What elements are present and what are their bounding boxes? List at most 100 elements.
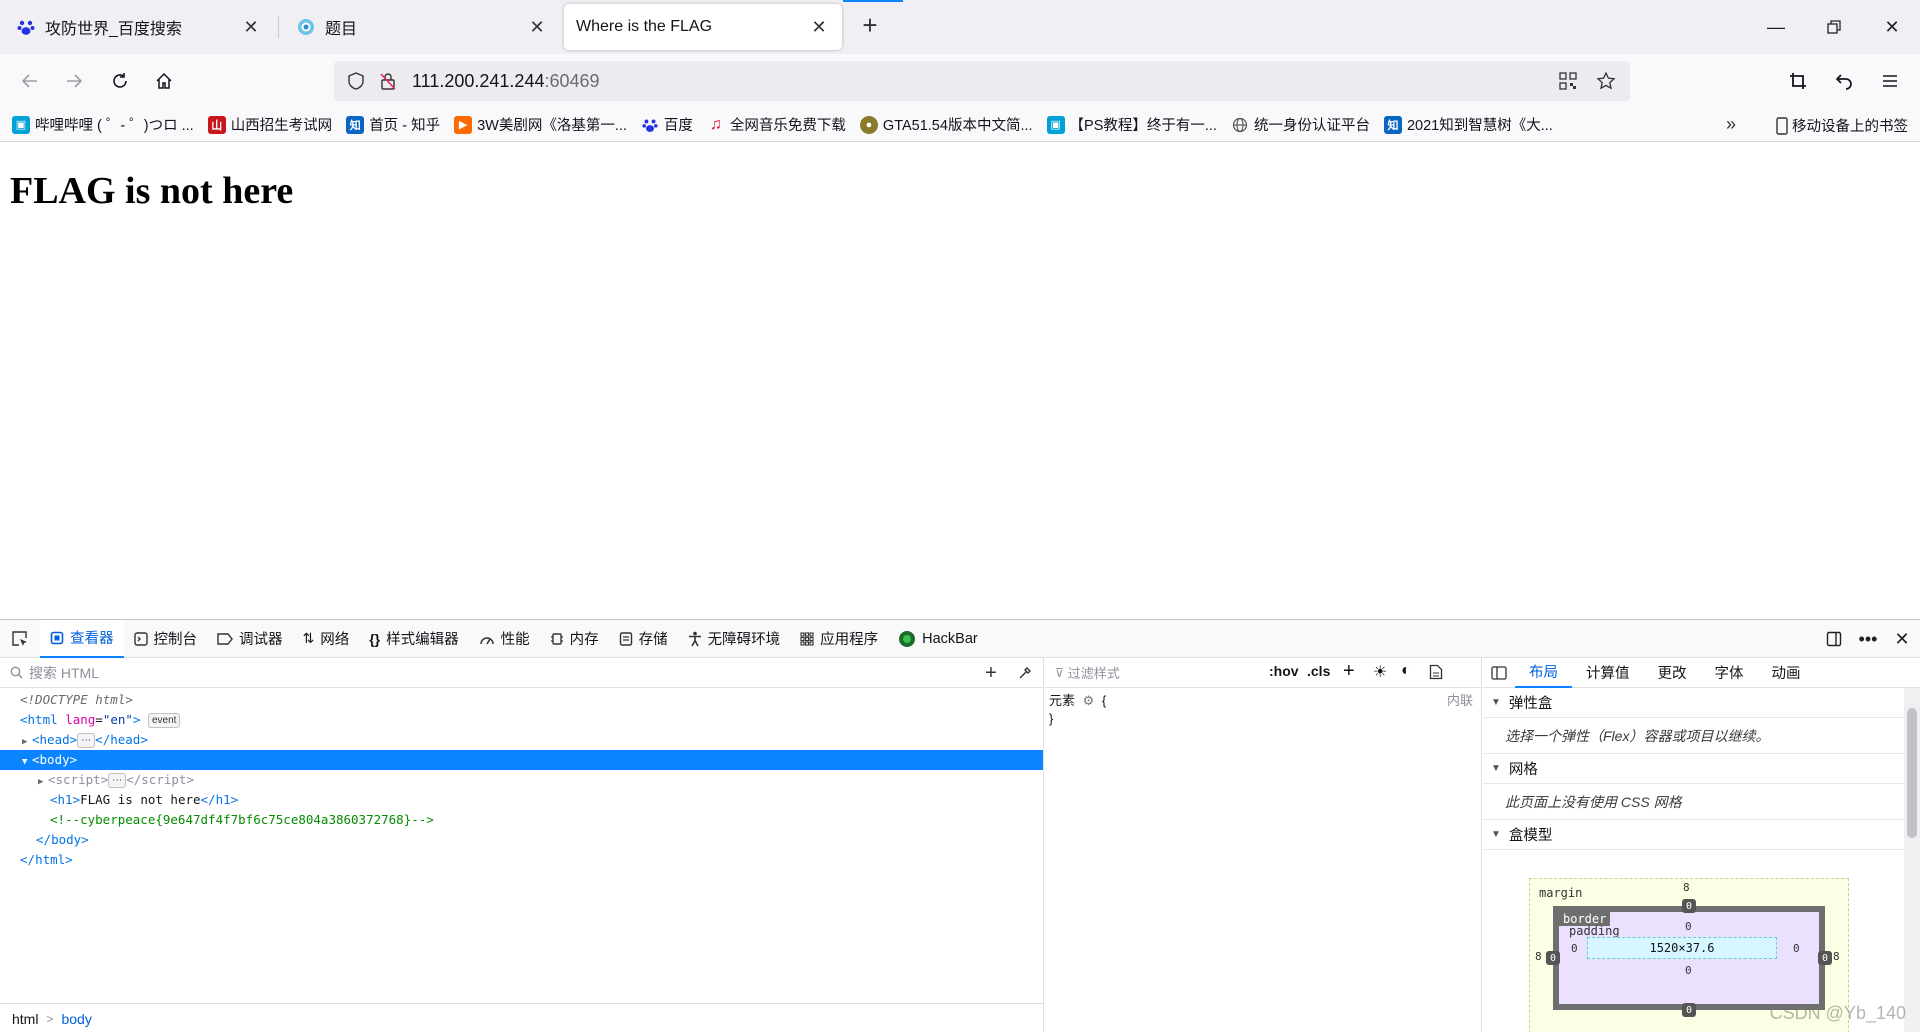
bookmark-zhihu[interactable]: 知 首页 - 知乎 [346,114,440,135]
tab-application[interactable]: 应用程序 [790,620,888,658]
tab-animations[interactable]: 动画 [1758,658,1815,688]
classes-toggle[interactable]: .cls [1307,663,1330,679]
markup-body-close[interactable]: </body> [0,830,1043,850]
restore-icon[interactable] [1814,12,1854,42]
html-search-box[interactable]: 搜索 HTML + [0,658,1043,688]
qr-code-icon[interactable] [1552,65,1584,97]
home-icon[interactable] [148,65,180,97]
padding-right-value[interactable]: 0 [1793,942,1800,955]
more-bookmarks-chevron-icon[interactable]: » [1726,114,1736,135]
bookmark-3w-meiju[interactable]: ▶ 3W美剧网《洛基第一... [454,114,627,135]
tab-changes[interactable]: 更改 [1644,658,1701,688]
tab-style-editor[interactable]: {} 样式编辑器 [359,620,468,658]
margin-left-value[interactable]: 8 [1535,950,1542,963]
bookmark-unified-auth[interactable]: 统一身份认证平台 [1231,114,1370,135]
grid-section-header[interactable]: ▼ 网格 [1483,754,1920,784]
bookmark-baidu[interactable]: 百度 [641,114,693,135]
tab-inspector[interactable]: 查看器 [40,619,124,658]
bookmark-ps-tutorial[interactable]: ▣ 【PS教程】终于有一... [1046,114,1217,135]
mobile-bookmarks[interactable]: 移动设备上的书签 [1776,115,1908,136]
markup-comment-node[interactable]: <!--cyberpeace{9e647df4f7bf6c75ce804a386… [0,810,1043,830]
close-tab-icon[interactable]: ✕ [808,16,830,38]
bookmark-zhihuishu[interactable]: 知 2021知到智慧树《大... [1383,114,1553,135]
bookmark-bilibili[interactable]: ▣ 哔哩哔哩 ( ゜- ゜)つロ ... [12,114,194,135]
markup-head-node[interactable]: ▶ <head> ⋯ </head> [0,730,1043,750]
dock-side-icon[interactable] [1820,624,1848,654]
close-tab-icon[interactable]: ✕ [240,16,262,38]
padding-left-value[interactable]: 0 [1571,942,1578,955]
tab-memory[interactable]: 内存 [540,620,609,658]
bookmark-star-icon[interactable] [1590,65,1622,97]
forward-icon[interactable] [58,65,90,97]
border-top-value[interactable]: 0 [1682,899,1696,913]
tab-computed[interactable]: 计算值 [1572,658,1644,688]
markup-html-close[interactable]: </html> [0,850,1043,870]
tab-baidu-search[interactable]: 攻防世界_百度搜索 ✕ [4,4,274,50]
gear-icon[interactable]: ⚙ [1083,693,1095,708]
tab-fonts[interactable]: 字体 [1701,658,1758,688]
box-model-section-header[interactable]: ▼ 盒模型 [1483,820,1920,850]
border-bottom-value[interactable]: 0 [1682,1003,1696,1017]
add-node-icon[interactable]: + [978,661,1004,685]
bookmark-music[interactable]: ♫ 全网音乐免费下载 [707,114,846,135]
breadcrumb-html[interactable]: html [12,1011,38,1027]
bookmark-shanxi-exam[interactable]: 山 山西招生考试网 [207,114,332,135]
padding-top-value[interactable]: 0 [1685,920,1692,933]
minimize-icon[interactable]: — [1756,12,1796,42]
page-heading: FLAG is not here [10,170,294,212]
dark-theme-icon[interactable]: ◐ [1401,662,1411,680]
tab-label: 内存 [569,632,599,648]
tab-performance[interactable]: 性能 [469,620,540,658]
flexbox-section-header[interactable]: ▼ 弹性盒 [1483,688,1920,718]
reload-icon[interactable] [104,65,136,97]
border-right-value[interactable]: 0 [1818,951,1832,965]
eyedropper-icon[interactable] [1012,661,1038,685]
tab-debugger[interactable]: 调试器 [207,620,293,658]
event-badge[interactable]: event [147,713,181,728]
print-simulation-icon[interactable] [1429,664,1443,683]
markup-doctype[interactable]: <!DOCTYPE html> [0,690,1043,710]
scrollbar-thumb[interactable] [1907,708,1917,838]
tab-where-is-the-flag[interactable]: Where is the FLAG ✕ [564,4,842,50]
tab-console[interactable]: 控制台 [124,620,208,658]
padding-bottom-value[interactable]: 0 [1685,964,1692,977]
tab-hackbar[interactable]: HackBar [888,620,988,658]
more-options-icon[interactable]: ••• [1854,624,1882,654]
tab-network[interactable]: ⇅ 网络 [293,620,360,658]
close-tab-icon[interactable]: ✕ [526,16,548,38]
tab-storage[interactable]: 存储 [609,620,678,658]
new-tab-icon[interactable]: + [856,12,884,40]
hover-states-toggle[interactable]: :hov [1269,663,1299,679]
markup-script-node[interactable]: ▶ <script> ⋯ </script> [0,770,1043,790]
tab-accessibility[interactable]: 无障碍环境 [678,620,791,658]
margin-top-value[interactable]: 8 [1683,881,1690,894]
sidebar-toggle-icon[interactable] [1483,665,1515,680]
border-left-value[interactable]: 0 [1546,951,1560,965]
close-devtools-icon[interactable]: ✕ [1888,624,1916,654]
tab-layout[interactable]: 布局 [1515,658,1572,688]
bookmark-gta5[interactable]: ● GTA51.54版本中文简... [859,114,1033,135]
filter-styles-box[interactable]: ⊽ 过滤样式 :hov .cls + ☀ ◐ [1045,658,1481,688]
back-icon[interactable] [14,65,46,97]
add-rule-icon[interactable]: + [1343,660,1355,683]
undo-icon[interactable] [1828,65,1860,97]
collapse-icon: ▼ [1491,697,1501,708]
menu-icon[interactable] [1874,65,1906,97]
url-host: 111.200.241.244 [412,70,545,91]
element-picker-icon[interactable] [0,620,40,658]
screenshot-icon[interactable] [1782,65,1814,97]
margin-right-value[interactable]: 8 [1833,950,1840,963]
light-theme-icon[interactable]: ☀ [1373,662,1387,682]
markup-html-node[interactable]: <html lang="en"> event [0,710,1043,730]
close-window-icon[interactable]: ✕ [1872,12,1912,42]
insecure-lock-icon[interactable] [372,65,404,97]
shield-icon[interactable] [340,65,372,97]
markup-h1-node[interactable]: <h1>FLAG is not here</h1> [0,790,1043,810]
markup-body-node[interactable]: ▼ <body> [0,750,1043,770]
bookmarks-toolbar: ▣ 哔哩哔哩 ( ゜- ゜)つロ ... 山 山西招生考试网 知 首页 - 知乎… [0,108,1920,142]
tab-timu[interactable]: 题目 ✕ [284,4,560,50]
layout-scrollbar[interactable] [1904,688,1920,1032]
url-bar[interactable]: 111.200.241.244:60469 [334,61,1630,101]
hackbar-icon [898,630,916,648]
breadcrumb-body[interactable]: body [61,1011,91,1027]
